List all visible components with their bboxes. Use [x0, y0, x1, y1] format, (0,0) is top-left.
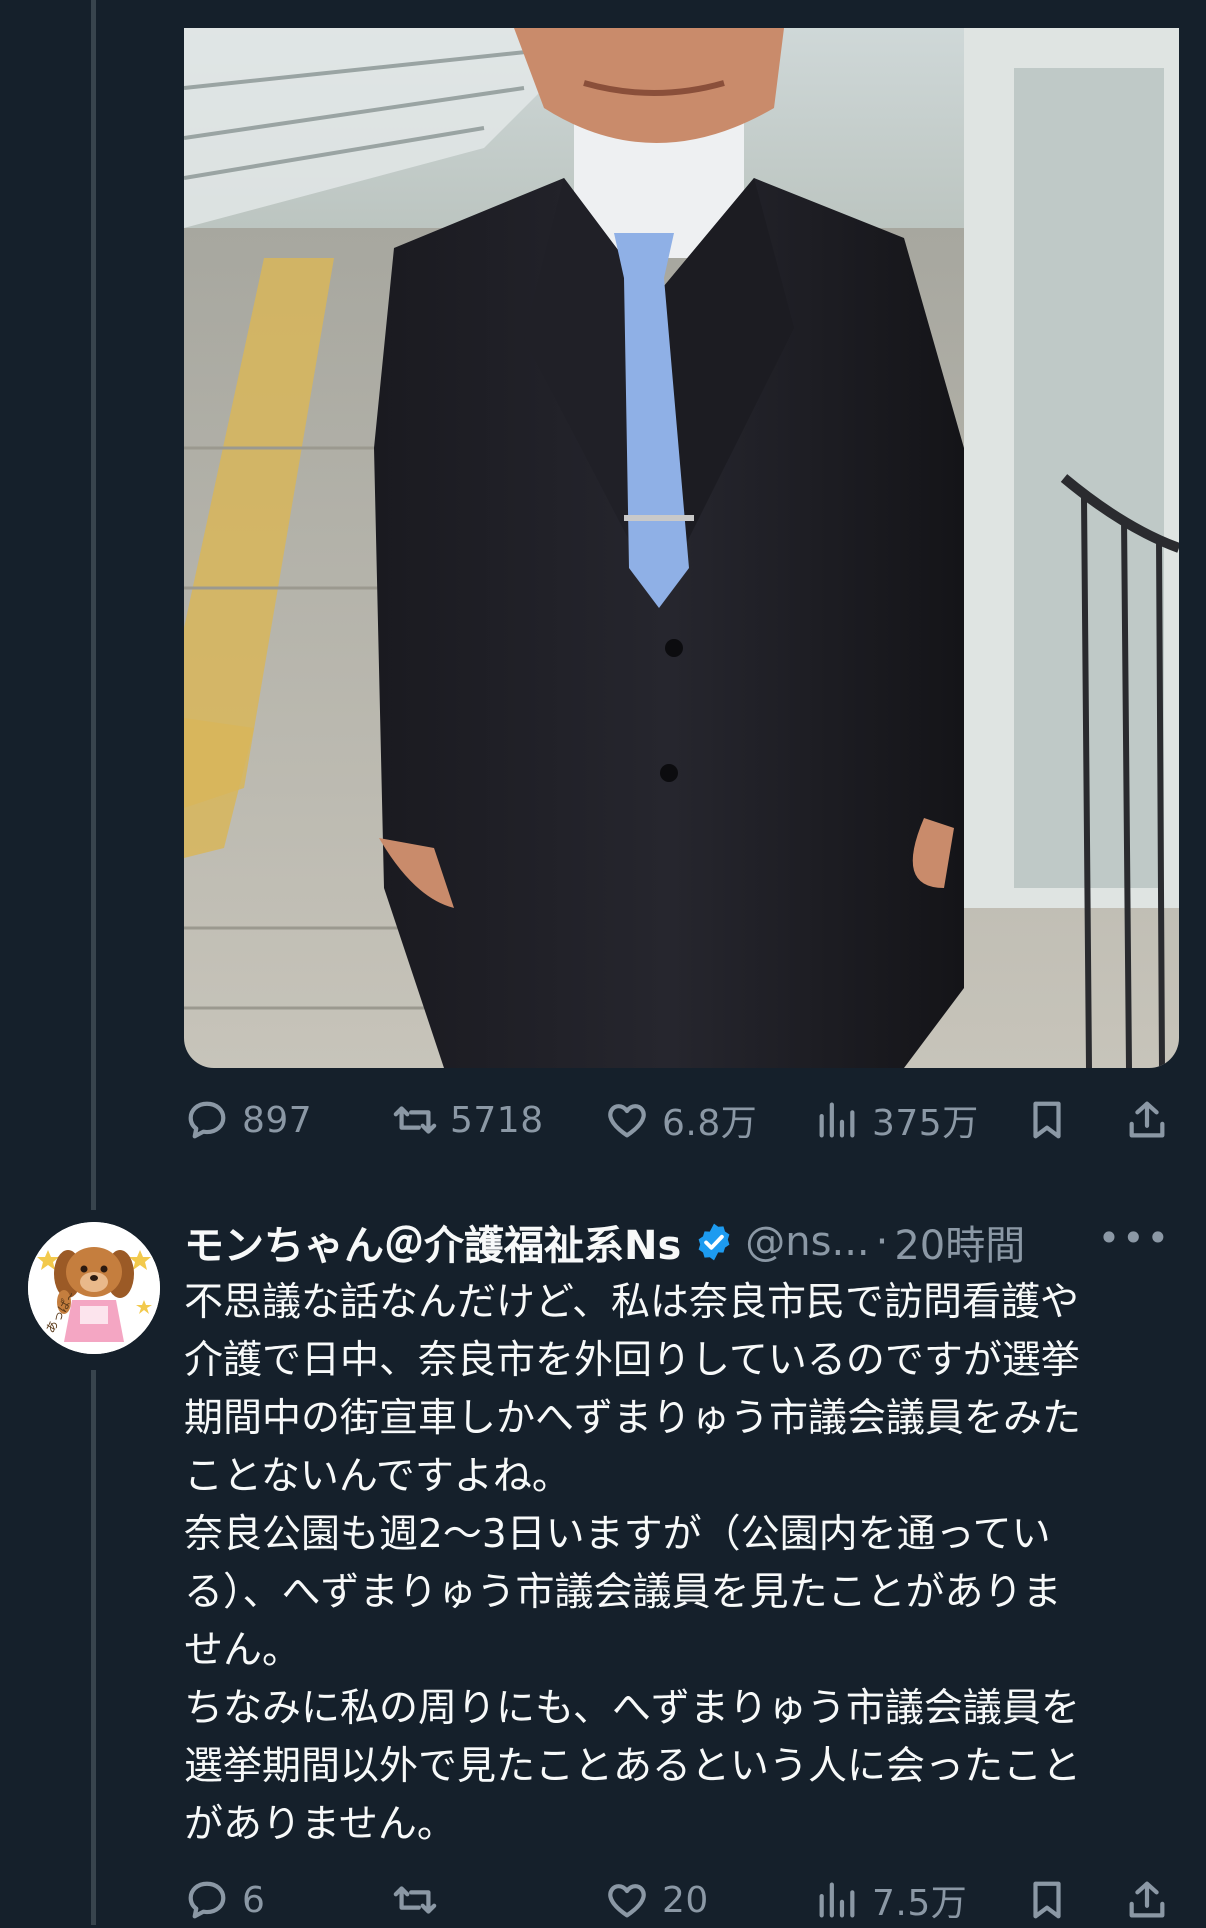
- share-icon: [1129, 1101, 1165, 1138]
- bookmark-button[interactable]: [1024, 1877, 1070, 1923]
- retweet-button[interactable]: 5718: [392, 1097, 544, 1143]
- views-button[interactable]: 7.5万: [814, 1874, 967, 1926]
- heart-icon: [608, 1104, 646, 1138]
- retweet-icon: [393, 1886, 437, 1914]
- first-tweet-actions: 897 5718 6.8万 375万: [184, 1092, 1179, 1148]
- retweet-icon: [393, 1106, 437, 1134]
- views-icon: [819, 1882, 855, 1918]
- reply-button[interactable]: 6: [184, 1877, 265, 1923]
- handle[interactable]: @ns...: [745, 1219, 869, 1265]
- retweet-button[interactable]: [392, 1877, 450, 1923]
- reply-button[interactable]: 897: [184, 1097, 312, 1143]
- more-options-icon[interactable]: •••: [1098, 1216, 1171, 1260]
- verified-badge-icon: [698, 1223, 730, 1261]
- views-button[interactable]: 375万: [814, 1094, 979, 1146]
- reply-count: 897: [242, 1099, 313, 1141]
- bookmark-button[interactable]: [1024, 1097, 1070, 1143]
- timestamp[interactable]: 20時間: [894, 1213, 1025, 1271]
- view-count: 7.5万: [872, 1883, 968, 1924]
- share-button[interactable]: [1124, 1877, 1170, 1923]
- reply-icon: [188, 1881, 226, 1919]
- bookmark-icon: [1033, 1101, 1061, 1139]
- like-button[interactable]: 20: [604, 1877, 709, 1923]
- thread-line-top: [91, 0, 96, 1210]
- views-icon: [819, 1102, 855, 1138]
- bookmark-icon: [1033, 1881, 1061, 1919]
- retweet-count: 5718: [450, 1099, 544, 1141]
- share-button[interactable]: [1124, 1097, 1170, 1143]
- like-count: 6.8万: [662, 1103, 758, 1144]
- reply-count: 6: [242, 1879, 266, 1921]
- like-count: 20: [662, 1879, 709, 1921]
- reply-icon: [188, 1101, 226, 1139]
- share-icon: [1129, 1881, 1165, 1918]
- separator-dot: ·: [875, 1219, 889, 1265]
- avatar[interactable]: あっぱ~: [28, 1222, 160, 1354]
- heart-icon: [608, 1884, 646, 1918]
- reply-tweet-actions: 6 20 7.5万: [184, 1872, 1179, 1928]
- thread-line-bottom: [91, 1370, 96, 1925]
- reply-header: モンちゃん＠介護福祉系Ns @ns... · 20時間 •••: [184, 1212, 1179, 1272]
- view-count: 375万: [872, 1103, 979, 1144]
- like-button[interactable]: 6.8万: [604, 1094, 757, 1146]
- tweet-text: 不思議な話なんだけど、私は奈良市民で訪問看護や 介護で日中、奈良市を外回りしてい…: [184, 1280, 1082, 1847]
- display-name[interactable]: モンちゃん＠介護福祉系Ns: [184, 1213, 681, 1271]
- tweet-photo[interactable]: [184, 28, 1179, 1068]
